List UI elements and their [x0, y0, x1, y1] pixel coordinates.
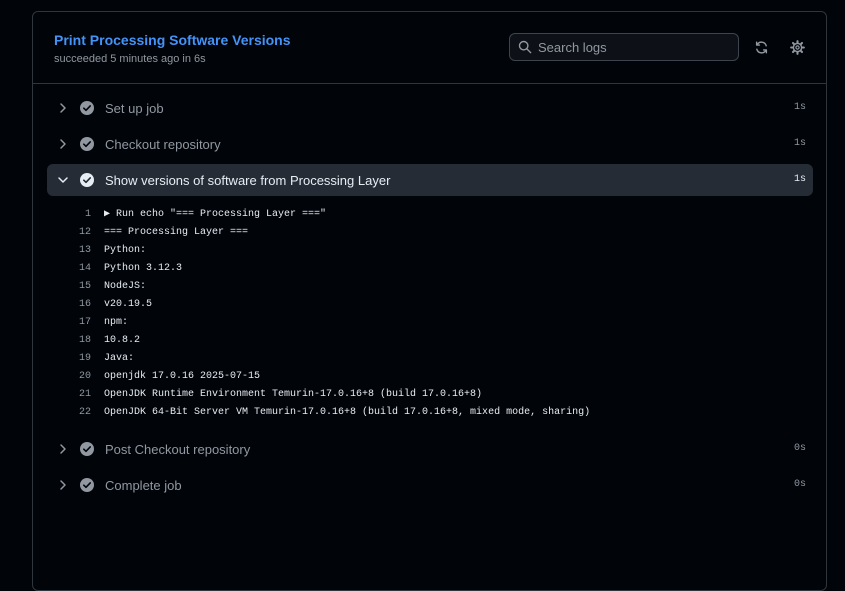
- chevron-down-icon: [58, 177, 68, 183]
- log-line: 20 openjdk 17.0.16 2025-07-15: [47, 368, 813, 386]
- log-line: 18 10.8.2: [47, 332, 813, 350]
- step-duration: 0s: [793, 443, 806, 454]
- step-show-versions[interactable]: Show versions of software from Processin…: [47, 164, 813, 196]
- log-text[interactable]: ▶ Run echo "=== Processing Layer ===": [104, 206, 326, 224]
- step-set-up-job[interactable]: Set up job 1s: [47, 92, 813, 124]
- settings-button[interactable]: [785, 35, 809, 59]
- line-number[interactable]: 15: [47, 278, 91, 296]
- step-duration: 1s: [793, 174, 806, 185]
- check-circle-icon: [80, 478, 94, 492]
- log-text: v20.19.5: [104, 299, 153, 310]
- log-line: 14 Python 3.12.3: [47, 260, 813, 278]
- log-text: Python 3.12.3: [104, 263, 183, 274]
- refresh-icon: [755, 40, 767, 54]
- log-text: NodeJS:: [104, 281, 147, 292]
- check-circle-icon: [80, 173, 94, 187]
- step-label: Post Checkout repository: [105, 442, 251, 457]
- chevron-right-icon: [60, 103, 66, 113]
- job-header: Print Processing Software Versions succe…: [33, 12, 826, 84]
- search-logs-input[interactable]: [538, 34, 728, 60]
- line-number[interactable]: 21: [47, 386, 91, 404]
- job-log-panel: Print Processing Software Versions succe…: [32, 11, 827, 591]
- step-label: Checkout repository: [105, 137, 221, 152]
- log-line: 22 OpenJDK 64-Bit Server VM Temurin-17.0.…: [47, 404, 813, 422]
- line-number[interactable]: 20: [47, 368, 91, 386]
- check-circle-icon: [80, 101, 94, 115]
- log-line: 12 === Processing Layer ===: [47, 224, 813, 242]
- line-number[interactable]: 22: [47, 404, 91, 422]
- log-text: openjdk 17.0.16 2025-07-15: [104, 371, 261, 382]
- step-duration: 1s: [793, 102, 806, 113]
- step-post-checkout-repository[interactable]: Post Checkout repository 0s: [47, 433, 813, 465]
- job-status-text: succeeded 5 minutes ago in 6s: [54, 53, 206, 65]
- log-output: 1 ▶ Run echo "=== Processing Layer ===" 1…: [47, 206, 813, 422]
- line-number[interactable]: 18: [47, 332, 91, 350]
- log-line: 15 NodeJS:: [47, 278, 813, 296]
- search-logs-box[interactable]: [509, 33, 739, 61]
- step-checkout-repository[interactable]: Checkout repository 1s: [47, 128, 813, 160]
- line-number[interactable]: 17: [47, 314, 91, 332]
- gear-icon: [789, 39, 805, 55]
- check-circle-icon: [80, 442, 94, 456]
- line-number[interactable]: 14: [47, 260, 91, 278]
- line-number[interactable]: 16: [47, 296, 91, 314]
- line-number[interactable]: 19: [47, 350, 91, 368]
- log-text: npm:: [104, 317, 129, 328]
- log-text: OpenJDK 64-Bit Server VM Temurin-17.0.16…: [104, 407, 591, 418]
- log-line[interactable]: 1 ▶ Run echo "=== Processing Layer ===": [47, 206, 813, 224]
- check-circle-icon: [80, 137, 94, 151]
- log-line: 21 OpenJDK Runtime Environment Temurin-17…: [47, 386, 813, 404]
- log-text: OpenJDK Runtime Environment Temurin-17.0…: [104, 389, 483, 400]
- step-complete-job[interactable]: Complete job 0s: [47, 469, 813, 501]
- chevron-right-icon: [60, 480, 66, 490]
- job-title[interactable]: Print Processing Software Versions: [54, 32, 291, 48]
- log-text: 10.8.2: [104, 335, 141, 346]
- line-number[interactable]: 12: [47, 224, 91, 242]
- line-number[interactable]: 1: [47, 206, 91, 224]
- refresh-button[interactable]: [749, 35, 773, 59]
- step-duration: 1s: [793, 138, 806, 149]
- log-line: 17 npm:: [47, 314, 813, 332]
- chevron-right-icon: [60, 444, 66, 454]
- step-label: Set up job: [105, 101, 164, 116]
- step-label: Complete job: [105, 478, 182, 493]
- log-text: Python:: [104, 245, 147, 256]
- log-line: 16 v20.19.5: [47, 296, 813, 314]
- log-line: 19 Java:: [47, 350, 813, 368]
- log-text: === Processing Layer ===: [104, 227, 249, 238]
- line-number[interactable]: 13: [47, 242, 91, 260]
- log-text: Java:: [104, 353, 135, 364]
- chevron-right-icon: [60, 139, 66, 149]
- search-icon: [518, 40, 532, 54]
- step-duration: 0s: [793, 479, 806, 490]
- log-line: 13 Python:: [47, 242, 813, 260]
- step-label: Show versions of software from Processin…: [105, 173, 391, 188]
